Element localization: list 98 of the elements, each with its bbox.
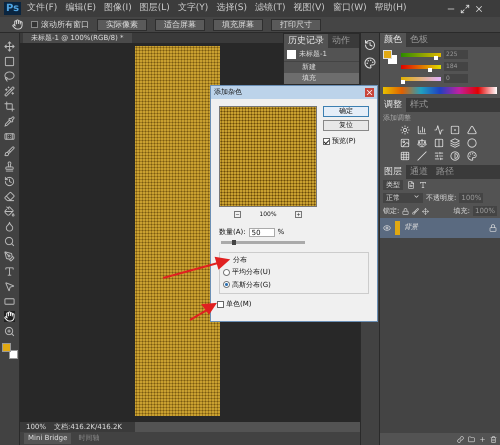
layers-icon[interactable] (450, 138, 460, 148)
radio-button[interactable] (223, 281, 230, 288)
checkbox[interactable] (217, 300, 224, 308)
brush-icon[interactable] (4, 146, 15, 157)
zoom-icon[interactable] (4, 326, 15, 337)
folder-icon[interactable] (468, 436, 475, 442)
trash-icon[interactable] (490, 436, 497, 442)
checkbox[interactable] (323, 138, 330, 145)
triangle-icon[interactable] (467, 124, 478, 134)
panel-tab[interactable]: 样式 (406, 98, 432, 112)
slider-thumb[interactable] (434, 56, 438, 60)
option-button[interactable]: 实际像素 (97, 18, 147, 30)
option-button[interactable]: 填充屏幕 (213, 18, 263, 30)
bandage-icon[interactable] (4, 131, 15, 142)
layer-thumbnail (395, 220, 400, 234)
lock-icon[interactable] (402, 208, 410, 214)
caret-icon (413, 192, 420, 200)
magnifier-icon[interactable] (4, 236, 15, 247)
eraser-icon[interactable] (4, 191, 15, 202)
close-icon[interactable] (474, 4, 484, 14)
zoom-out-icon[interactable] (234, 211, 242, 218)
pointer-icon[interactable] (4, 281, 15, 292)
check-icon (324, 138, 330, 144)
crop-icon[interactable] (4, 101, 15, 112)
history-brush-icon[interactable] (4, 176, 15, 187)
balance-icon[interactable] (416, 138, 427, 148)
slider-thumb[interactable] (401, 80, 405, 84)
hand-icon[interactable] (4, 311, 15, 322)
history-icon[interactable] (364, 39, 376, 51)
eyedropper-icon[interactable] (4, 116, 15, 127)
bar-chart-icon[interactable] (416, 124, 427, 134)
slider-thumb[interactable] (232, 240, 236, 244)
menu-item[interactable]: 帮助(H) (372, 2, 408, 16)
sun-icon[interactable] (400, 124, 410, 134)
image-icon[interactable] (400, 138, 410, 148)
panel-tab[interactable]: 路径 (432, 164, 458, 178)
slash-icon[interactable] (416, 150, 427, 160)
move-icon[interactable] (4, 41, 15, 52)
panel-tab[interactable]: 历史记录 (284, 34, 328, 48)
radio-button[interactable] (223, 268, 230, 276)
circle-icon[interactable] (467, 138, 478, 148)
annotation-arrow (162, 256, 230, 279)
rectangle-icon[interactable] (4, 296, 15, 307)
panel-tab[interactable]: 通道 (406, 164, 432, 178)
menu-item[interactable]: 图像(I) (102, 2, 134, 16)
square-icon[interactable] (450, 124, 460, 134)
grid-icon[interactable] (400, 150, 410, 160)
close-icon[interactable] (365, 88, 374, 97)
hand-icon[interactable] (12, 19, 23, 30)
color-spectrum[interactable] (383, 87, 497, 94)
panel-tab[interactable]: 颜色 (380, 33, 406, 47)
zoom-in-icon[interactable] (294, 211, 302, 218)
menu-item[interactable]: 文字(Y) (176, 2, 210, 16)
menu-item[interactable]: 滤镜(T) (253, 2, 288, 16)
option-button[interactable]: 打印尺寸 (271, 18, 321, 30)
panel-tab[interactable]: 图层 (380, 164, 406, 178)
palette-icon[interactable] (467, 150, 478, 160)
move-icon[interactable] (422, 208, 430, 214)
menu-item[interactable]: 文件(F) (25, 2, 60, 16)
wand-icon[interactable] (4, 86, 15, 97)
menu-item[interactable]: 视图(V) (292, 2, 327, 16)
drop-icon[interactable] (4, 221, 15, 232)
type-icon[interactable] (419, 181, 427, 189)
lock-icon (489, 224, 497, 232)
lasso-icon[interactable] (4, 71, 15, 82)
annotation-arrow (190, 302, 217, 321)
columns-icon[interactable] (434, 138, 444, 148)
menu-item[interactable]: 编辑(E) (63, 2, 98, 16)
snapshot-thumbnail (287, 50, 296, 59)
document-icon[interactable] (407, 181, 415, 189)
checkbox-label: 滚动所有窗口 (41, 18, 89, 30)
slider-thumb[interactable] (428, 68, 432, 72)
maximize-icon[interactable] (460, 4, 470, 14)
marquee-icon[interactable] (4, 56, 15, 67)
sliders-icon[interactable] (434, 150, 444, 160)
checkbox[interactable] (31, 21, 38, 28)
brush-icon[interactable] (412, 208, 420, 214)
foreground-swatch[interactable] (2, 343, 10, 352)
panel-tab[interactable]: 色板 (406, 33, 432, 47)
type-icon[interactable] (4, 266, 15, 277)
contrast-icon[interactable] (450, 150, 460, 160)
menu-item[interactable]: 选择(S) (214, 2, 250, 16)
curve-icon[interactable] (434, 124, 444, 134)
bucket-icon[interactable] (4, 206, 15, 217)
panel-tab[interactable]: 调整 (380, 98, 406, 112)
option-button[interactable]: 适合屏幕 (155, 18, 205, 30)
panel-tab[interactable]: 动作 (328, 34, 354, 48)
stamp-icon[interactable] (4, 161, 15, 172)
app-logo: Ps (4, 2, 22, 15)
add-icon[interactable] (479, 436, 486, 442)
link-icon[interactable] (457, 436, 464, 442)
background-swatch[interactable] (8, 350, 18, 359)
menu-item[interactable]: 图层(L) (138, 2, 172, 16)
pen-icon[interactable] (4, 251, 15, 262)
amount-slider[interactable] (221, 240, 305, 244)
eye-icon[interactable] (383, 224, 391, 232)
menu-item[interactable]: 窗口(W) (330, 2, 369, 16)
palette-icon[interactable] (364, 57, 376, 69)
